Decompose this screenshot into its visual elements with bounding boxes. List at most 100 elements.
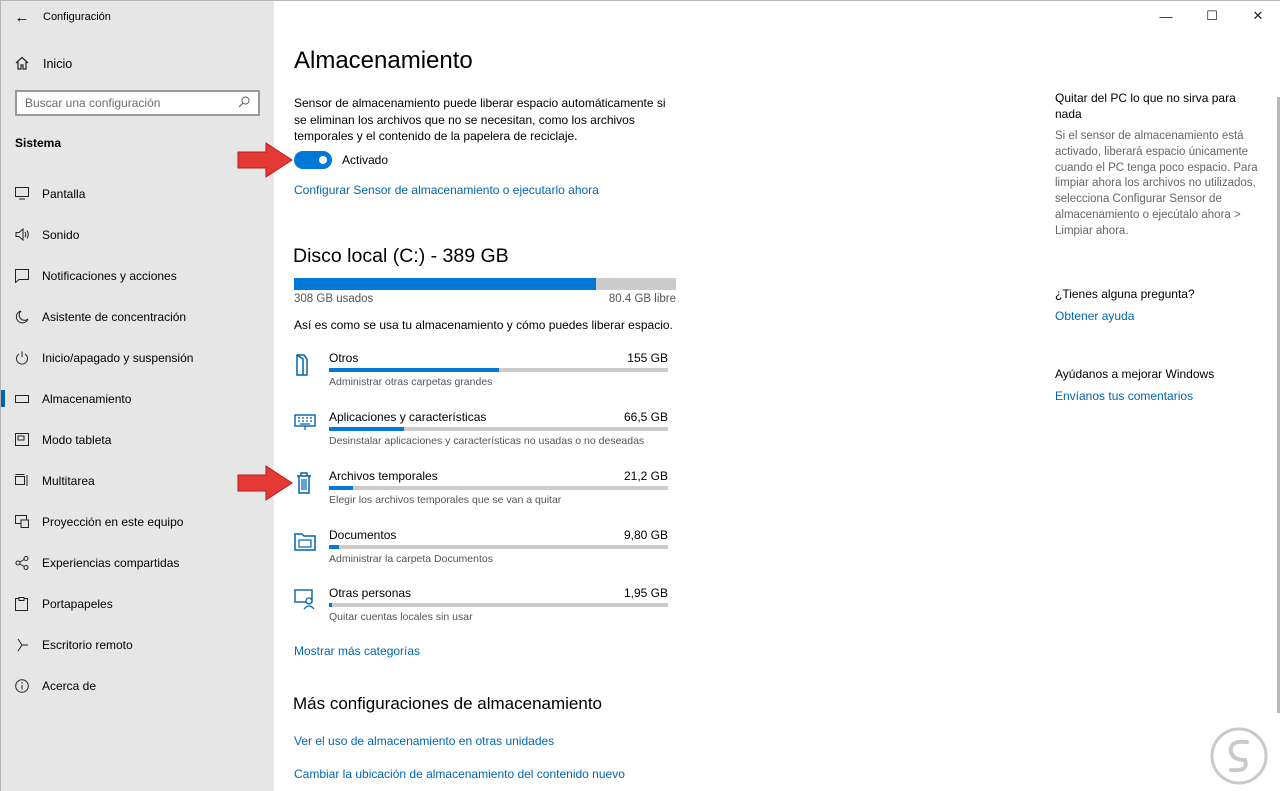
power-icon <box>15 351 42 365</box>
remote-icon <box>15 638 42 652</box>
sidebar-item-portapapeles[interactable]: Portapapeles <box>1 583 274 624</box>
documents-folder-icon <box>294 530 316 554</box>
category-otros[interactable]: Otros 155 GB Administrar otras carpetas … <box>294 351 668 401</box>
question-title: ¿Tienes alguna pregunta? <box>1055 287 1195 301</box>
category-size: 155 GB <box>627 351 668 365</box>
storage-icon <box>15 394 42 403</box>
title-bar: ← Configuración <box>1 1 274 33</box>
user-icon <box>294 588 316 612</box>
home-label: Inicio <box>43 57 73 71</box>
sidebar-item-experiencias[interactable]: Experiencias compartidas <box>1 542 274 583</box>
category-size: 66,5 GB <box>623 410 668 424</box>
toggle-state-label: Activado <box>342 153 389 167</box>
sidebar-item-label: Modo tableta <box>42 432 112 447</box>
category-otras-personas[interactable]: Otras personas 1,95 GB Quitar cuentas lo… <box>294 586 668 636</box>
sidebar-item-notificaciones[interactable]: Notificaciones y acciones <box>1 255 274 296</box>
storage-sense-description: Sensor de almacenamiento puede liberar e… <box>294 96 666 143</box>
tip-text: Si el sensor de almacenamiento está acti… <box>1055 130 1258 237</box>
tip-title: Quitar del PC lo que no sirva para nada <box>1055 91 1236 121</box>
sidebar-item-label: Multitarea <box>42 473 95 488</box>
sidebar-item-label: Notificaciones y acciones <box>42 268 177 283</box>
category-bar-fill <box>329 603 333 607</box>
more-settings-title: Más configuraciones de almacenamiento <box>293 694 603 713</box>
sidebar-item-almacenamiento[interactable]: Almacenamiento <box>1 378 274 419</box>
window-controls: — ☐ ✕ <box>1143 1 1280 31</box>
category-name: Otras personas <box>329 586 412 600</box>
category-bar <box>329 427 668 431</box>
sidebar-item-label: Experiencias compartidas <box>42 555 180 570</box>
category-bar-fill <box>329 486 353 490</box>
storage-sense-toggle[interactable] <box>294 151 332 169</box>
category-bar-fill <box>329 427 404 431</box>
category-bar-fill <box>329 545 340 549</box>
view-other-drives-link[interactable]: Ver el uso de almacenamiento en otras un… <box>294 734 554 748</box>
disk-usage-bar <box>294 278 676 290</box>
category-name: Documentos <box>329 528 397 542</box>
sidebar-item-sonido[interactable]: Sonido <box>1 214 274 255</box>
feedback-link[interactable]: Envíanos tus comentarios <box>1055 389 1193 403</box>
category-bar <box>329 545 668 549</box>
category-description: Administrar la carpeta Documentos <box>329 553 493 565</box>
sidebar-item-label: Portapapeles <box>42 596 113 611</box>
tablet-icon <box>15 433 42 446</box>
main-content: — ☐ ✕ Almacenamiento Sensor de almacenam… <box>237 1 1280 791</box>
minimize-icon[interactable]: — <box>1143 1 1189 31</box>
sidebar-item-label: Inicio/apagado y suspensión <box>42 350 194 365</box>
category-name: Otros <box>329 351 359 365</box>
disk-title: Disco local (C:) - 389 GB <box>293 245 509 267</box>
disk-usage-fill <box>294 278 596 290</box>
sidebar-item-inicio-apagado[interactable]: Inicio/apagado y suspensión <box>1 337 274 378</box>
page-title: Almacenamiento <box>294 47 473 74</box>
search-icon[interactable] <box>238 96 250 111</box>
monitor-icon <box>15 187 42 200</box>
sidebar-item-acerca-de[interactable]: Acerca de <box>1 665 274 706</box>
share-icon <box>15 555 42 570</box>
settings-window: ← Configuración Inicio Sistema Pantalla … <box>0 0 1280 791</box>
search-input[interactable] <box>25 96 238 110</box>
section-title: Sistema <box>15 136 62 150</box>
get-help-link[interactable]: Obtener ayuda <box>1055 309 1134 323</box>
moon-icon <box>15 310 42 324</box>
sidebar-item-label: Almacenamiento <box>42 391 132 406</box>
sidebar-item-escritorio-remoto[interactable]: Escritorio remoto <box>1 624 274 665</box>
keyboard-icon <box>294 412 316 436</box>
category-description: Quitar cuentas locales sin usar <box>329 611 473 623</box>
multitask-icon <box>15 474 42 487</box>
sidebar-item-modo-tableta[interactable]: Modo tableta <box>1 419 274 460</box>
category-archivos-temporales[interactable]: Archivos temporales 21,2 GB Elegir los a… <box>294 469 668 519</box>
change-save-location-link[interactable]: Cambiar la ubicación de almacenamiento d… <box>294 767 625 781</box>
disk-used-label: 308 GB usados <box>294 293 374 305</box>
category-bar <box>329 486 668 490</box>
back-arrow-icon[interactable]: ← <box>1 1 43 33</box>
category-size: 9,80 GB <box>623 528 668 542</box>
sidebar-item-label: Proyección en este equipo <box>42 514 184 529</box>
sidebar: ← Configuración Inicio Sistema Pantalla … <box>1 1 274 791</box>
category-description: Desinstalar aplicaciones y característic… <box>329 435 645 447</box>
sidebar-item-label: Asistente de concentración <box>42 309 187 324</box>
info-icon <box>15 678 42 693</box>
category-documentos[interactable]: Documentos 9,80 GB Administrar la carpet… <box>294 528 668 578</box>
projection-icon <box>15 515 42 528</box>
maximize-icon[interactable]: ☐ <box>1189 1 1235 31</box>
category-description: Administrar otras carpetas grandes <box>329 376 493 388</box>
sidebar-item-pantalla[interactable]: Pantalla <box>1 173 274 214</box>
show-more-categories-link[interactable]: Mostrar más categorías <box>294 644 420 658</box>
home-nav-item[interactable]: Inicio <box>1 49 274 79</box>
sidebar-item-proyeccion[interactable]: Proyección en este equipo <box>1 501 274 542</box>
category-aplicaciones[interactable]: Aplicaciones y características 66,5 GB D… <box>294 410 668 460</box>
category-bar-fill <box>329 368 499 372</box>
notification-icon <box>15 268 42 283</box>
category-bar <box>329 603 668 607</box>
clipboard-icon <box>15 596 42 611</box>
category-size: 1,95 GB <box>623 586 668 600</box>
category-description: Elegir los archivos temporales que se va… <box>329 494 562 506</box>
configure-storage-sense-link[interactable]: Configurar Sensor de almacenamiento o ej… <box>294 183 599 197</box>
speaker-icon <box>15 228 42 241</box>
sidebar-item-label: Escritorio remoto <box>42 637 133 652</box>
close-icon[interactable]: ✕ <box>1235 1 1280 31</box>
disk-free-label: 80.4 GB libre <box>608 293 676 305</box>
category-name: Aplicaciones y características <box>329 410 487 424</box>
sidebar-item-multitarea[interactable]: Multitarea <box>1 460 274 501</box>
sidebar-item-asistente[interactable]: Asistente de concentración <box>1 296 274 337</box>
search-box[interactable] <box>15 90 260 116</box>
